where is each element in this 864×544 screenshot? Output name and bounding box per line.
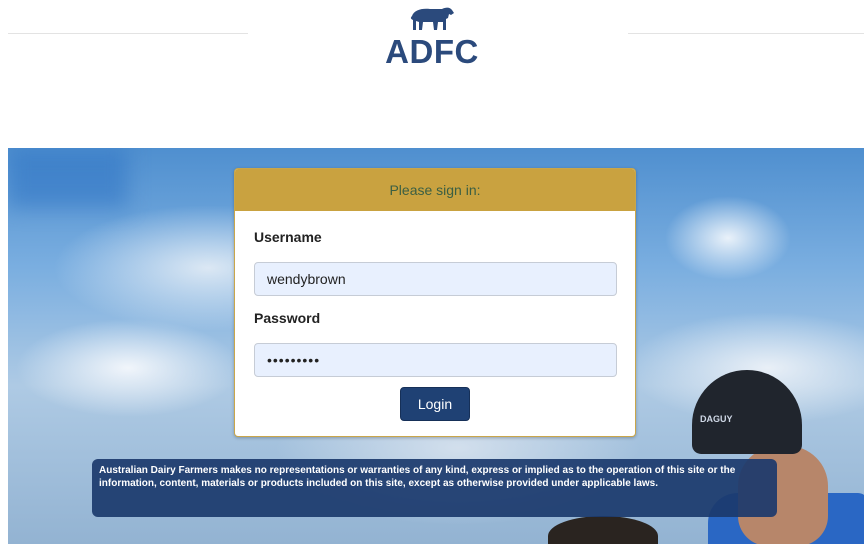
person-cap: [692, 370, 802, 454]
username-label: Username: [254, 229, 322, 245]
password-label: Password: [254, 310, 321, 326]
sign-in-panel: Please sign in: Username Password ••••••…: [234, 168, 636, 437]
password-input[interactable]: •••••••••: [254, 343, 617, 377]
person-hair: [548, 516, 658, 544]
header-divider-right: [628, 33, 864, 34]
disclaimer-notice: Australian Dairy Farmers makes no repres…: [92, 459, 777, 517]
adfc-logo[interactable]: ADFC: [366, 4, 498, 70]
cow-icon: [410, 7, 454, 30]
sign-in-heading: Please sign in:: [235, 169, 635, 211]
logo-text: ADFC: [385, 33, 479, 70]
username-input[interactable]: [254, 262, 617, 296]
page-header: ADFC: [0, 0, 864, 148]
cap-logo: DAGUY: [700, 414, 733, 424]
header-divider-left: [8, 33, 248, 34]
login-button[interactable]: Login: [400, 387, 470, 421]
